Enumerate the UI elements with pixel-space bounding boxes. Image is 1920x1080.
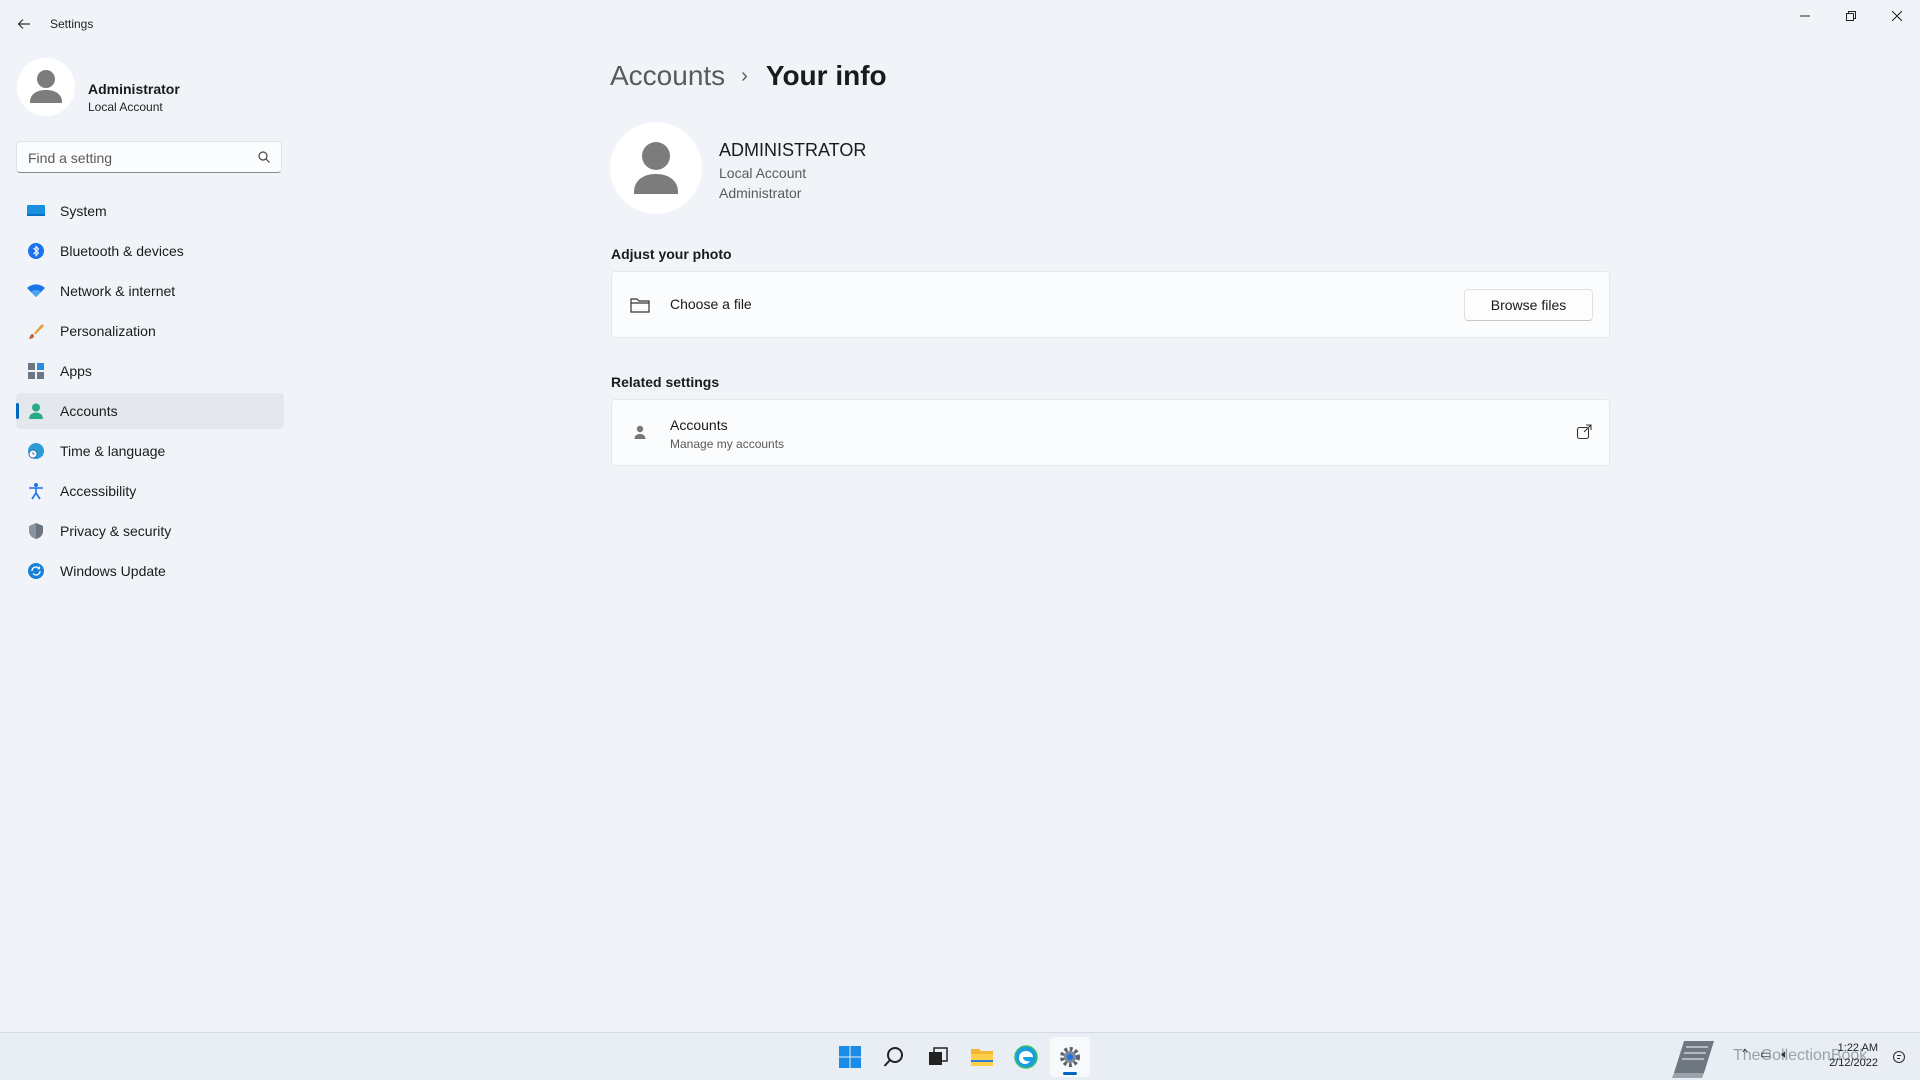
- task-view-button[interactable]: [918, 1037, 958, 1077]
- related-accounts-title: Accounts: [670, 417, 728, 433]
- gear-icon: [1060, 1047, 1080, 1067]
- monitor-icon: [26, 201, 46, 221]
- related-settings-heading: Related settings: [611, 374, 720, 390]
- sidebar-item-windows-update[interactable]: Windows Update: [16, 553, 284, 589]
- search-icon[interactable]: [257, 150, 271, 164]
- minimize-button[interactable]: [1782, 0, 1828, 32]
- taskbar: TheCollectionBook ⌃ ▭ 🔈︎ 1:22 AM 2/12/20…: [0, 1032, 1920, 1080]
- search-input[interactable]: [26, 148, 250, 168]
- profile-account-type: Local Account: [88, 100, 163, 114]
- bluetooth-icon: [26, 241, 46, 261]
- window-controls: [1782, 0, 1920, 32]
- globe-clock-icon: [26, 441, 46, 461]
- sidebar-item-label: Personalization: [60, 323, 156, 339]
- apps-icon: [26, 361, 46, 381]
- close-button[interactable]: [1874, 0, 1920, 32]
- user-role: Administrator: [719, 185, 802, 201]
- person-icon: [634, 425, 646, 439]
- restore-button[interactable]: [1828, 0, 1874, 32]
- sidebar-item-label: Accessibility: [60, 483, 137, 499]
- folder-icon: [630, 298, 650, 313]
- brush-icon: [26, 321, 46, 341]
- settings-taskbar-button[interactable]: [1050, 1037, 1090, 1077]
- taskbar-apps: [830, 1033, 1094, 1080]
- book-logo-icon: [1672, 1041, 1714, 1078]
- clock-date: 2/12/2022: [1829, 1057, 1878, 1069]
- close-icon: [1892, 11, 1902, 21]
- edge-browser-icon: [1014, 1045, 1038, 1069]
- page-title: Your info: [765, 60, 887, 91]
- minimize-icon: [1800, 15, 1810, 17]
- browse-files-button[interactable]: Browse files: [1464, 289, 1593, 321]
- user-account-type: Local Account: [719, 165, 807, 181]
- sidebar-item-system[interactable]: System: [16, 193, 284, 229]
- wifi-icon: [26, 281, 46, 301]
- app-title: Settings: [50, 17, 94, 31]
- choose-file-card: Choose a file Browse files: [611, 271, 1610, 338]
- user-info: ADMINISTRATOR Local Account Administrato…: [610, 122, 1210, 217]
- user-display-name: ADMINISTRATOR: [719, 140, 867, 160]
- search-icon: [883, 1047, 903, 1067]
- sidebar-item-label: Network & internet: [60, 283, 176, 299]
- related-accounts-subtitle: Manage my accounts: [670, 437, 785, 451]
- tray-icons: ⌃ ▭ 🔈︎: [1740, 1047, 1789, 1062]
- start-button[interactable]: [830, 1037, 870, 1077]
- chevron-up-icon[interactable]: ⌃: [1740, 1047, 1750, 1062]
- nav-list: System Bluetooth & devices Network & int…: [16, 193, 284, 593]
- sidebar-item-label: Bluetooth & devices: [60, 243, 184, 259]
- sidebar-item-label: Time & language: [60, 443, 166, 459]
- title-bar: Settings: [0, 0, 1920, 48]
- choose-file-label: Choose a file: [670, 296, 752, 312]
- sidebar-item-time-language[interactable]: Time & language: [16, 433, 284, 469]
- volume-icon[interactable]: 🔈︎: [1781, 1047, 1788, 1062]
- avatar-person-icon: [30, 70, 62, 103]
- sidebar-item-accessibility[interactable]: Accessibility: [16, 473, 284, 509]
- task-view-icon: [929, 1047, 948, 1065]
- network-icon[interactable]: ▭: [1760, 1047, 1771, 1062]
- related-accounts-card[interactable]: Accounts Manage my accounts: [611, 399, 1610, 466]
- avatar-large: [610, 122, 702, 214]
- profile-name: Administrator: [88, 81, 180, 97]
- adjust-photo-heading: Adjust your photo: [611, 246, 732, 262]
- sidebar-item-label: Windows Update: [60, 563, 166, 579]
- accessibility-icon: [26, 481, 46, 501]
- folder-icon: [971, 1049, 993, 1066]
- profile-card[interactable]: Administrator Local Account: [17, 58, 297, 118]
- search-taskbar-button[interactable]: [874, 1037, 914, 1077]
- windows-logo-icon: [839, 1046, 861, 1068]
- breadcrumb-parent[interactable]: Accounts: [610, 60, 725, 92]
- sidebar-item-accounts[interactable]: Accounts: [16, 393, 284, 429]
- sidebar-item-label: Apps: [60, 363, 92, 379]
- sidebar-item-label: Privacy & security: [60, 523, 172, 539]
- sidebar-item-bluetooth[interactable]: Bluetooth & devices: [16, 233, 284, 269]
- search-box: [16, 141, 282, 173]
- back-button[interactable]: [10, 10, 38, 38]
- avatar: [17, 58, 75, 116]
- breadcrumb-separator: ›: [741, 64, 748, 87]
- file-explorer-button[interactable]: [962, 1037, 1002, 1077]
- clock-time: 1:22 AM: [1837, 1042, 1878, 1054]
- update-icon: [26, 561, 46, 581]
- external-link-icon[interactable]: [1576, 424, 1592, 440]
- notification-icon[interactable]: [1892, 1050, 1906, 1064]
- sidebar-item-network[interactable]: Network & internet: [16, 273, 284, 309]
- sidebar-item-label: System: [60, 203, 107, 219]
- sidebar-item-apps[interactable]: Apps: [16, 353, 284, 389]
- shield-icon: [26, 521, 46, 541]
- clock[interactable]: 1:22 AM 2/12/2022: [1829, 1041, 1878, 1071]
- sidebar-item-label: Accounts: [60, 403, 118, 419]
- avatar-person-icon: [634, 142, 678, 194]
- back-arrow-icon: [17, 19, 30, 29]
- sidebar-item-privacy-security[interactable]: Privacy & security: [16, 513, 284, 549]
- person-icon: [26, 401, 46, 421]
- restore-icon: [1846, 11, 1856, 21]
- breadcrumb: Accounts › Your info: [610, 56, 887, 96]
- sidebar-item-personalization[interactable]: Personalization: [16, 313, 284, 349]
- edge-button[interactable]: [1006, 1037, 1046, 1077]
